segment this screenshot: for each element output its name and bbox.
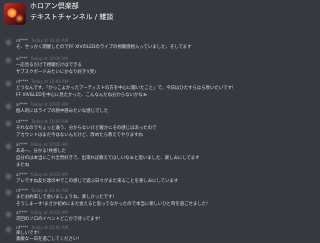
author-name[interactable]: rd**** <box>16 119 28 124</box>
message-header: ai**** Today at 10:00 AM <box>16 171 68 178</box>
message-list[interactable]: rd**** Today at 10:00 AM そ、せっかく開催したのでFF X… <box>0 30 250 242</box>
message-header: rd**** Today at 10:00 AM <box>16 187 68 194</box>
message-line: またお約束して会いましょうね、楽しかったです! <box>16 195 115 200</box>
server-name: ホロアン倶楽部 <box>30 2 79 10</box>
timestamp: Today at 10:00 AM <box>31 188 69 193</box>
author-name[interactable]: ai**** <box>16 210 28 215</box>
message-line: アカウントはまだ今はないんだけど、改めたら教えてやりますね <box>16 133 143 138</box>
message-line: ああー、分かる!共感した <box>16 149 67 154</box>
avatar[interactable] <box>4 225 13 234</box>
avatar[interactable] <box>4 210 13 219</box>
timestamp: Today at 10:00 AM <box>31 38 69 43</box>
author-name[interactable]: rd**** <box>16 188 28 193</box>
author-name[interactable]: rd**** <box>16 38 28 43</box>
author-name[interactable]: rd**** <box>16 79 28 84</box>
message-line: どうなんです、「かっこよかったアーティストの方を中心に聞いたこと」で、今日はひた… <box>16 86 234 91</box>
author-name[interactable]: ai**** <box>16 56 28 61</box>
author-name[interactable]: ai**** <box>16 102 28 107</box>
avatar[interactable] <box>4 188 13 197</box>
message-header: ai**** Today at 10:00 AM <box>16 101 68 108</box>
channel-name: テキストチャンネル / 雑談 <box>30 13 114 21</box>
avatar[interactable] <box>4 172 13 181</box>
message-header: ai**** Today at 10:00 AM <box>16 55 68 62</box>
message-header: rd**** Today at 10:00 AM <box>16 118 68 125</box>
timestamp: Today at 10:00 AM <box>30 210 68 215</box>
avatar[interactable] <box>4 56 13 65</box>
server-icon[interactable] <box>4 3 26 25</box>
timestamp: Today at 10:00 AM <box>30 102 68 107</box>
message-line: FF XIV&LEDを中心に見たかった、こんなんだね分からないかなぁ <box>16 93 148 98</box>
avatar[interactable] <box>4 102 13 111</box>
avatar[interactable] <box>4 38 13 47</box>
message-header: rd**** Today at 10:00 AM <box>16 78 68 85</box>
message-line: またね <box>16 163 30 168</box>
timestamp: Today at 10:00 AM <box>31 119 69 124</box>
message-header: ai**** Today at 10:00 AM <box>16 141 68 148</box>
message-line: 次回のソロのイベントどこかで待ってます! <box>16 217 101 222</box>
message-line: そうしまーす!まさか初めにまた会えると思ってなかったので本当に楽しいひと時を過ご… <box>16 202 208 207</box>
avatar[interactable] <box>4 79 13 88</box>
avatar[interactable] <box>4 119 13 128</box>
channel-header: ホロアン倶楽部 テキストチャンネル / 雑談 <box>0 0 250 30</box>
message-line: サブスクボードみたいにかなり好き!(笑) <box>16 70 96 75</box>
avatar[interactable] <box>4 142 13 151</box>
message-header: ai**** Today at 10:00 AM <box>16 209 68 216</box>
author-name[interactable]: ai**** <box>16 142 28 147</box>
timestamp: Today at 10:00 AM <box>30 56 68 61</box>
message-line: アレですね友だ達の中でこの感じで遊ぶ日々がまた来ることを楽しみにしています <box>16 179 179 184</box>
message-line: 自分のは本当にこれ全然好きで、出来れば教えてほしいなぁと思いました、楽しみにして… <box>16 156 200 161</box>
message-line: 個人的にはライブの熱中感みたいな感じでした <box>16 109 109 114</box>
message-line: そ、せっかく開催したのでFF XIVのLEDのライブの視聴感想入っていました、そ… <box>16 45 192 50</box>
author-name[interactable]: ai**** <box>16 172 28 177</box>
timestamp: Today at 10:00 AM <box>30 172 68 177</box>
message-header: rd**** Today at 10:00 AM <box>16 37 68 44</box>
message-line: 一応見るだけで視聴だけはできる <box>16 63 82 68</box>
message-line: それなのでちょっと違う、分からないけど確かにその感じはあったので <box>16 126 157 131</box>
timestamp: Today at 10:00 AM <box>31 79 69 84</box>
server-icon-art-glow <box>15 14 24 23</box>
timestamp: Today at 10:00 AM <box>30 142 68 147</box>
